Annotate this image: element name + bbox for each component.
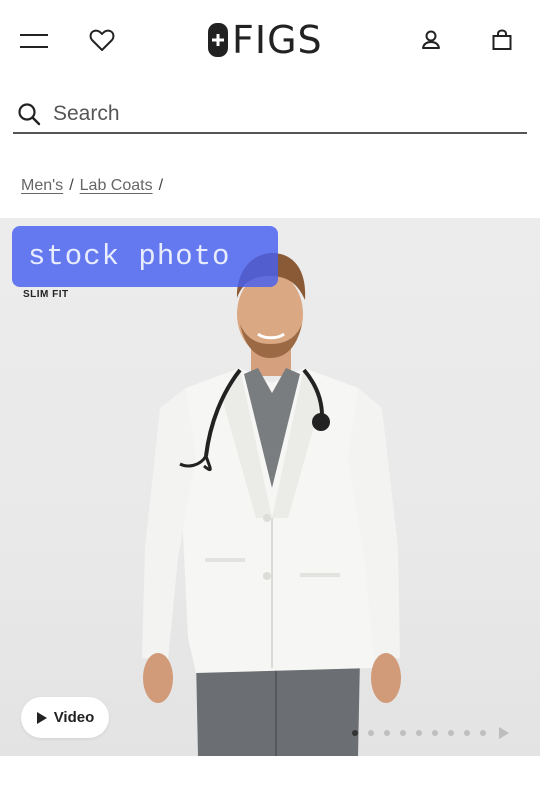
plus-icon: [212, 34, 224, 46]
logo-cross-badge: [208, 23, 228, 57]
gallery-dot[interactable]: [416, 730, 422, 736]
shopping-bag-icon: [492, 29, 512, 50]
video-button[interactable]: Video: [21, 697, 109, 738]
video-button-label: Video: [53, 709, 95, 726]
gallery-dot[interactable]: [368, 730, 374, 736]
product-page: FIGS Men's / Lab Coats /: [0, 0, 540, 786]
breadcrumb-link-mens[interactable]: Men's: [21, 177, 63, 195]
brand-logo[interactable]: FIGS: [208, 18, 323, 62]
breadcrumb: Men's / Lab Coats /: [21, 177, 169, 195]
gallery-dot[interactable]: [448, 730, 454, 736]
stock-photo-overlay: stock photo: [12, 226, 278, 287]
bag-button[interactable]: [486, 24, 518, 56]
fit-label: SLIM FIT: [23, 289, 69, 300]
gallery-dot[interactable]: [480, 730, 486, 736]
search-bar[interactable]: [13, 96, 527, 134]
search-input[interactable]: [53, 102, 493, 126]
wishlist-button[interactable]: [86, 24, 118, 56]
gallery-dot[interactable]: [384, 730, 390, 736]
breadcrumb-separator: /: [69, 177, 74, 194]
top-navigation-bar: FIGS: [0, 0, 540, 82]
product-photo-model-in-lab-coat: [142, 253, 401, 756]
breadcrumb-link-lab-coats[interactable]: Lab Coats: [80, 177, 153, 195]
gallery-pagination: [352, 725, 510, 741]
menu-button[interactable]: [18, 26, 50, 56]
product-image-gallery[interactable]: stock photo SLIM FIT Video: [0, 218, 540, 756]
gallery-dot[interactable]: [352, 730, 358, 736]
gallery-dot[interactable]: [400, 730, 406, 736]
next-slide-arrow-icon[interactable]: [498, 726, 510, 740]
heart-icon: [89, 29, 115, 51]
play-icon: [36, 711, 47, 724]
user-icon: [422, 30, 440, 49]
breadcrumb-separator: /: [158, 177, 164, 194]
gallery-dot[interactable]: [464, 730, 470, 736]
overlay-text: stock photo: [28, 240, 231, 273]
search-icon: [18, 103, 41, 126]
account-button[interactable]: [415, 24, 447, 56]
gallery-dot[interactable]: [432, 730, 438, 736]
brand-name: FIGS: [232, 18, 323, 62]
hamburger-menu-icon: [20, 34, 48, 48]
